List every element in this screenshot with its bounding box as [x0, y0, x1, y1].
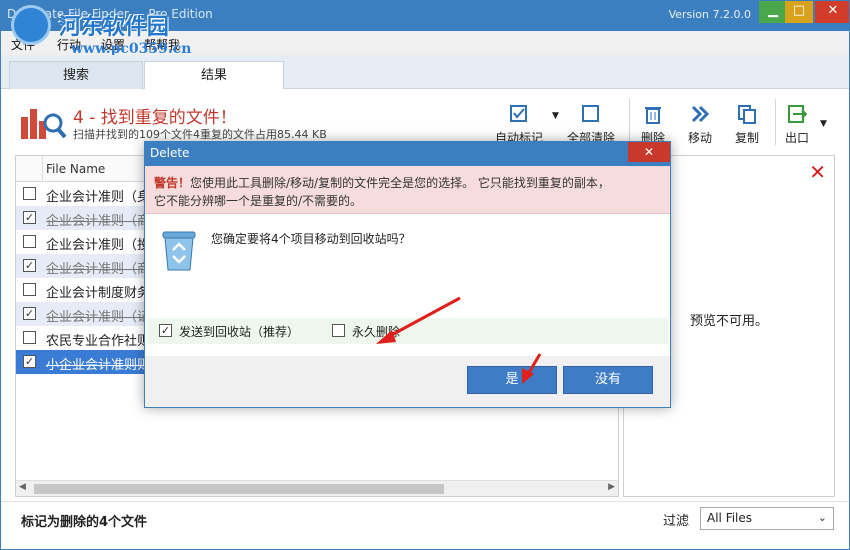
filter-value: All Files — [707, 511, 753, 525]
results-summary: 扫描并找到的109个文件4重复的文件占用85.44 KB — [73, 128, 327, 141]
toolbar-divider — [629, 99, 630, 145]
file-name: 企业会计准则（投 — [46, 238, 151, 253]
file-name: 企业会计制度财务 — [46, 286, 151, 301]
export-dropdown-icon[interactable]: ▼ — [820, 119, 827, 129]
preview-unavailable-text: 预览不可用。 — [690, 314, 769, 329]
recycle-bin-label[interactable]: 发送到回收站（推荐） — [179, 323, 299, 340]
warning-line-2: 它不能分辨哪一个是重复的/不需要的。 — [154, 194, 363, 208]
auto-mark-button[interactable]: 自动标记 — [495, 103, 543, 146]
delete-question: 您确定要将4个项目移动到回收站吗？ — [211, 232, 411, 246]
marked-count-text: 标记为删除的4个文件 — [21, 515, 148, 530]
filter-label: 过滤 — [663, 514, 690, 529]
toolbar-divider — [775, 99, 776, 145]
tab-bar: 搜索 结果 — [1, 55, 849, 90]
tab-search[interactable]: 搜索 — [9, 61, 143, 89]
scrollbar-thumb[interactable] — [34, 484, 444, 494]
maximize-icon: □ — [792, 3, 806, 18]
dialog-button-row: 是 没有 — [145, 356, 670, 407]
dialog-title: Delete — [150, 146, 190, 160]
tab-results[interactable]: 结果 — [144, 61, 284, 90]
double-chevron-right-icon — [691, 105, 710, 123]
file-name: 企业会计准则（证 — [46, 310, 151, 325]
move-label: 移动 — [688, 131, 713, 145]
warning-line-1: 警告！您使用此工具删除/移动/复制的文件完全是您的选择。 它只能找到重复的副本， — [154, 174, 610, 191]
permanent-delete-label[interactable]: 永久删除 — [352, 323, 400, 340]
watermark-logo-icon — [11, 5, 51, 45]
row-checkbox[interactable] — [23, 283, 36, 296]
row-checkbox[interactable] — [23, 235, 36, 248]
file-name: 小企业会计准则则 — [46, 358, 151, 373]
delete-options: ✓ 发送到回收站（推荐） 永久删除 — [147, 318, 668, 344]
column-file-name[interactable]: File Name — [46, 162, 105, 176]
watermark-text: 河东软件园 — [58, 15, 169, 40]
row-checkbox[interactable]: ✓ — [23, 307, 36, 320]
copy-icon — [738, 105, 756, 124]
scroll-left-icon[interactable]: ◀ — [19, 482, 26, 492]
no-button[interactable]: 没有 — [563, 366, 653, 394]
minimize-icon: ▁ — [768, 3, 778, 18]
file-name: 企业会计准则（商 — [46, 262, 151, 277]
export-button[interactable]: 出口 — [785, 103, 809, 146]
row-checkbox[interactable]: ✓ — [23, 355, 36, 368]
filter-select[interactable]: All Files ⌄ — [700, 507, 834, 530]
export-icon — [788, 105, 808, 123]
recycle-bin-icon — [162, 231, 196, 271]
export-label: 出口 — [785, 131, 810, 145]
square-icon — [582, 105, 599, 122]
file-name: 农民专业合作社则 — [46, 334, 151, 349]
close-icon: ✕ — [827, 3, 839, 18]
results-title: 4 - 找到重复的文件！ — [73, 108, 237, 128]
recycle-bin-checkbox[interactable]: ✓ — [159, 324, 172, 337]
delete-button[interactable]: 删除 — [641, 103, 665, 146]
minimize-button[interactable]: ▁ — [759, 1, 787, 23]
dialog-close-button[interactable]: ✕ — [628, 142, 670, 162]
chevron-down-icon: ⌄ — [817, 511, 827, 524]
row-checkbox[interactable] — [23, 187, 36, 200]
copy-button[interactable]: 复制 — [735, 103, 759, 146]
version-label: Version 7.2.0.0 — [668, 8, 751, 21]
clear-all-button[interactable]: 全部清除 — [567, 103, 615, 146]
row-checkbox[interactable] — [23, 331, 36, 344]
copy-label: 复制 — [735, 131, 760, 145]
maximize-button[interactable]: □ — [785, 1, 813, 23]
file-name: 企业会计准则（身 — [46, 190, 151, 205]
close-icon: ✕ — [643, 145, 655, 159]
warning-label: 警告！ — [154, 176, 191, 190]
results-header: 4 - 找到重复的文件！ 扫描并找到的109个文件4重复的文件占用85.44 K… — [9, 89, 843, 149]
delete-dialog: Delete ✕ 警告！您使用此工具删除/移动/复制的文件完全是您的选择。 它只… — [144, 141, 671, 408]
dialog-title-bar: Delete ✕ — [145, 142, 670, 166]
close-preview-icon[interactable]: ✕ — [809, 160, 826, 184]
file-name: 企业会计准则（商 — [46, 214, 151, 229]
warning-text-1: 您使用此工具删除/移动/复制的文件完全是您的选择。 它只能找到重复的副本， — [190, 176, 610, 190]
column-divider — [42, 156, 43, 182]
trash-icon — [645, 107, 661, 124]
warning-banner: 警告！您使用此工具删除/移动/复制的文件完全是您的选择。 它只能找到重复的副本，… — [145, 166, 670, 214]
status-bar: 标记为删除的4个文件 过滤 All Files ⌄ — [1, 501, 849, 549]
duplicate-finder-icon — [21, 109, 67, 139]
scroll-right-icon[interactable]: ▶ — [608, 482, 615, 492]
yes-button[interactable]: 是 — [467, 366, 557, 394]
row-checkbox[interactable]: ✓ — [23, 259, 36, 272]
horizontal-scrollbar[interactable]: ◀ ▶ — [16, 480, 618, 496]
auto-mark-dropdown-icon[interactable]: ▼ — [552, 111, 559, 121]
checkbox-icon — [510, 105, 527, 122]
watermark: 河东软件园 www.pc0359.cn — [11, 5, 191, 57]
move-button[interactable]: 移动 — [688, 103, 712, 146]
row-checkbox[interactable]: ✓ — [23, 211, 36, 224]
permanent-delete-checkbox[interactable] — [332, 324, 345, 337]
close-window-button[interactable]: ✕ — [815, 1, 849, 23]
